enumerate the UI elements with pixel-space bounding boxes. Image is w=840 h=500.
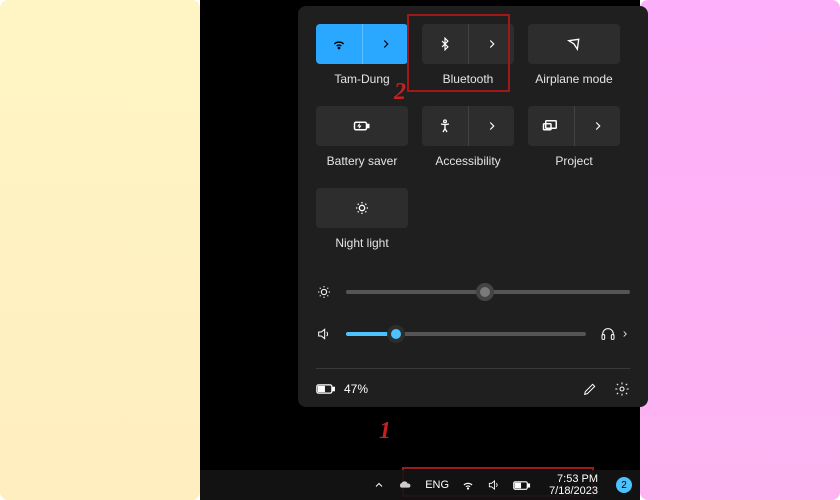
chevron-right-icon bbox=[485, 119, 499, 133]
wifi-label: Tam-Dung bbox=[334, 72, 389, 86]
tray-volume-icon[interactable] bbox=[487, 478, 501, 492]
chevron-right-icon bbox=[591, 119, 605, 133]
tile-row-2: Battery saver Accessibility Project bbox=[316, 106, 630, 182]
night-light-tile[interactable] bbox=[316, 188, 408, 228]
tray-chevron-up[interactable] bbox=[373, 479, 385, 491]
accessibility-tile[interactable] bbox=[422, 106, 514, 146]
quick-settings-panel: Tam-Dung Bluetooth Airplane mode Battery… bbox=[298, 6, 648, 407]
tray-battery-icon[interactable] bbox=[513, 480, 531, 491]
tile-project: Project bbox=[528, 106, 620, 182]
tile-row-3: Night light bbox=[316, 188, 630, 264]
brightness-slider-row bbox=[316, 284, 630, 300]
tile-night-light: Night light bbox=[316, 188, 408, 264]
onedrive-icon[interactable] bbox=[397, 479, 413, 491]
language-indicator[interactable]: ENG bbox=[425, 479, 449, 491]
slider-area bbox=[316, 284, 630, 342]
wifi-icon bbox=[331, 36, 347, 52]
annotation-number-1: 1 bbox=[379, 418, 391, 445]
brightness-slider[interactable] bbox=[346, 290, 630, 294]
project-label: Project bbox=[555, 154, 592, 168]
gradient-bg-right bbox=[640, 0, 840, 500]
tile-row-1: Tam-Dung Bluetooth Airplane mode bbox=[316, 24, 630, 100]
bluetooth-icon bbox=[438, 37, 452, 51]
accessibility-icon bbox=[437, 118, 453, 134]
chevron-right-icon bbox=[485, 37, 499, 51]
clock-date: 7/18/2023 bbox=[549, 485, 598, 497]
clock[interactable]: 7:53 PM 7/18/2023 bbox=[549, 473, 598, 497]
tile-airplane: Airplane mode bbox=[528, 24, 620, 100]
volume-slider[interactable] bbox=[346, 332, 586, 336]
airplane-tile[interactable] bbox=[528, 24, 620, 64]
chevron-right-icon bbox=[379, 37, 393, 51]
bluetooth-tile[interactable] bbox=[422, 24, 514, 64]
night-light-label: Night light bbox=[335, 236, 388, 250]
settings-button[interactable] bbox=[614, 381, 630, 397]
airplane-icon bbox=[566, 36, 582, 52]
tile-accessibility: Accessibility bbox=[422, 106, 514, 182]
project-icon bbox=[542, 119, 560, 133]
audio-output-button[interactable] bbox=[600, 326, 630, 342]
battery-saver-tile[interactable] bbox=[316, 106, 408, 146]
bluetooth-label: Bluetooth bbox=[443, 72, 494, 86]
volume-slider-row bbox=[316, 326, 630, 342]
wifi-tile[interactable] bbox=[316, 24, 408, 64]
annotation-number-2: 2 bbox=[394, 79, 406, 106]
volume-icon bbox=[316, 326, 332, 342]
edit-button[interactable] bbox=[582, 381, 598, 397]
tile-bluetooth: Bluetooth bbox=[422, 24, 514, 100]
battery-percent-text: 47% bbox=[344, 382, 368, 396]
airplane-label: Airplane mode bbox=[535, 72, 612, 86]
battery-icon bbox=[316, 383, 336, 395]
tray-wifi-icon[interactable] bbox=[461, 478, 475, 492]
system-tray: ENG 7:53 PM 7/18/2023 2 bbox=[373, 473, 640, 497]
clock-time: 7:53 PM bbox=[557, 473, 598, 485]
battery-saver-label: Battery saver bbox=[327, 154, 398, 168]
taskbar: ENG 7:53 PM 7/18/2023 2 bbox=[200, 470, 640, 500]
battery-saver-icon bbox=[353, 119, 371, 133]
brightness-icon bbox=[316, 284, 332, 300]
gradient-bg-left bbox=[0, 0, 200, 500]
accessibility-label: Accessibility bbox=[435, 154, 500, 168]
tile-battery-saver: Battery saver bbox=[316, 106, 408, 182]
battery-status[interactable]: 47% bbox=[316, 382, 368, 396]
notification-badge[interactable]: 2 bbox=[616, 477, 632, 493]
night-light-icon bbox=[354, 200, 370, 216]
panel-footer: 47% bbox=[316, 368, 630, 397]
project-tile[interactable] bbox=[528, 106, 620, 146]
